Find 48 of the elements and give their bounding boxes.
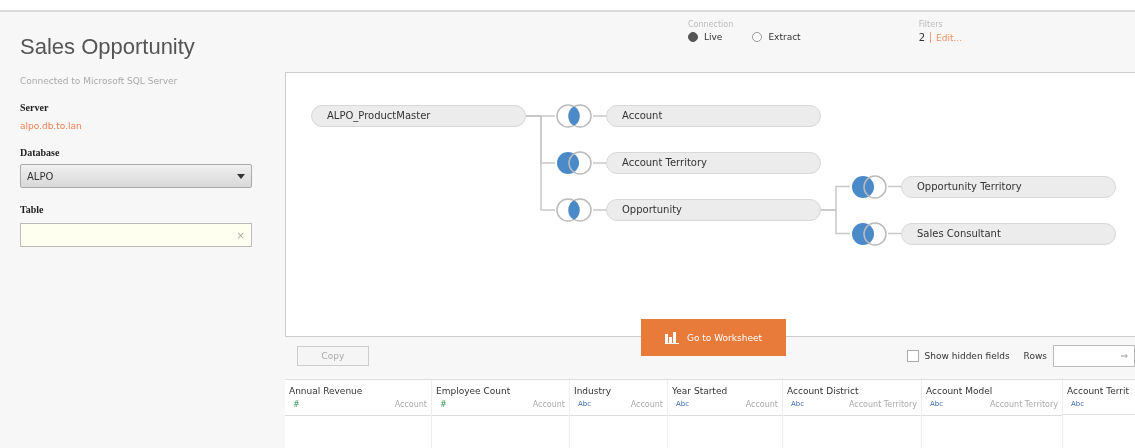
radio-button[interactable]: [688, 32, 698, 42]
column-header[interactable]: Year Started: [668, 380, 782, 398]
number-type-icon[interactable]: #: [293, 400, 300, 409]
left-join-icon[interactable]: [850, 174, 888, 199]
rows-label: Rows: [1023, 351, 1047, 361]
connection-info: Connected to Microsoft SQL Server: [20, 76, 179, 86]
connector-line: [592, 115, 607, 117]
database-label: Database: [20, 147, 61, 158]
table-pill[interactable]: Account Territory: [606, 152, 821, 174]
connector-line: [887, 185, 902, 188]
radio-button[interactable]: [752, 32, 763, 42]
show-hidden-fields-label: Show hidden fields: [924, 351, 1010, 361]
server-label: Server: [20, 102, 50, 113]
connector-line: [592, 209, 607, 211]
table-pill[interactable]: ALPO_ProductMaster: [311, 105, 526, 127]
source-table: Account: [394, 400, 427, 409]
column-header[interactable]: Account District: [783, 380, 921, 398]
left-join-icon[interactable]: [850, 221, 888, 246]
inner-join-icon[interactable]: [555, 104, 593, 128]
inner-join-icon[interactable]: [555, 198, 593, 222]
column-header[interactable]: Employee Count: [432, 380, 569, 398]
column-header[interactable]: Industry: [570, 380, 667, 398]
column-header[interactable]: Account Model: [922, 380, 1062, 398]
table-pill[interactable]: Opportunity Territory: [901, 175, 1116, 198]
connector-line: [887, 232, 902, 235]
database-dropdown[interactable]: ALPO: [20, 164, 252, 188]
connector-line: [592, 162, 607, 164]
source-table: Account: [532, 400, 565, 409]
filter-count: 2: [918, 32, 931, 43]
source-table: Account Territory: [990, 400, 1058, 409]
table-pill[interactable]: Opportunity: [606, 199, 821, 221]
connector-line: [820, 209, 851, 235]
table-pill[interactable]: Account: [606, 105, 821, 127]
table-label: Table: [20, 204, 45, 215]
column-header[interactable]: Account Territ: [1063, 380, 1135, 398]
source-table: Account: [745, 400, 778, 409]
source-table: Account Territory: [849, 400, 917, 409]
number-type-icon[interactable]: #: [440, 400, 447, 409]
radio-label[interactable]: Live: [704, 32, 723, 42]
left-join-icon[interactable]: [555, 151, 593, 175]
column-header[interactable]: Annual Revenue: [285, 380, 431, 398]
checkbox[interactable]: [906, 350, 919, 362]
source-table: Account: [630, 400, 663, 409]
bar-chart-icon: [665, 331, 679, 344]
caret-icon: [237, 173, 245, 179]
radio-label[interactable]: Extract: [768, 32, 801, 42]
table-pill[interactable]: Sales Consultant: [901, 222, 1116, 245]
page-title: Sales Opportunity: [20, 34, 196, 60]
